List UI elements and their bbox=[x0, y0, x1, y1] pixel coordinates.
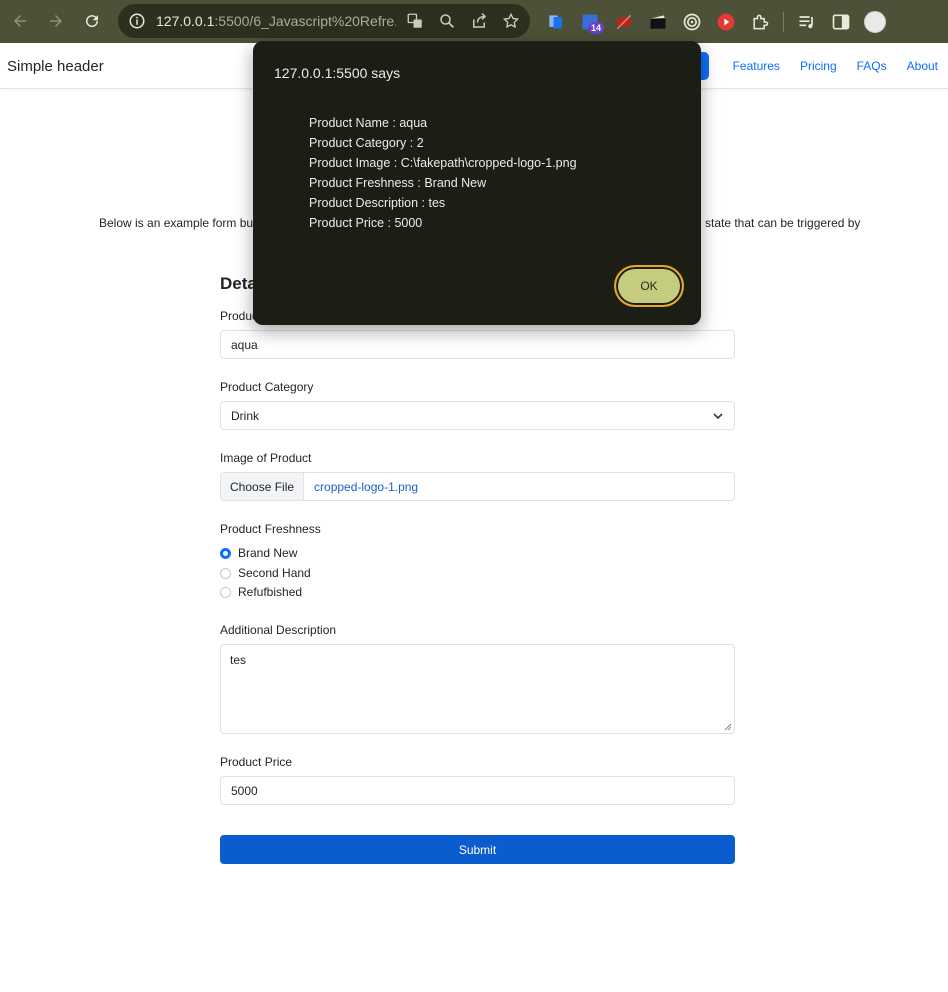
dialog-line: Product Description : tes bbox=[309, 196, 446, 210]
radio-label: Refufbished bbox=[238, 585, 303, 599]
nav-link-pricing[interactable]: Pricing bbox=[790, 59, 847, 73]
product-image-label: Image of Product bbox=[220, 451, 312, 465]
choose-file-button[interactable]: Choose File bbox=[221, 473, 305, 500]
additional-description-label: Additional Description bbox=[220, 623, 337, 637]
form-title: Deta bbox=[220, 274, 257, 293]
dialog-title: 127.0.0.1:5500 says bbox=[274, 65, 401, 81]
media-control-icon[interactable] bbox=[796, 11, 818, 33]
extension-youtube-icon[interactable] bbox=[715, 11, 737, 33]
dialog-line: Product Price : 5000 bbox=[309, 216, 423, 230]
bookmark-star-icon[interactable] bbox=[502, 12, 520, 30]
extension-calendar-icon[interactable]: 14 bbox=[579, 11, 605, 34]
dialog-line: Product Freshness : Brand New bbox=[309, 176, 487, 190]
share-icon[interactable] bbox=[470, 12, 488, 30]
product-category-value: Drink bbox=[231, 408, 260, 423]
side-panel-icon[interactable] bbox=[830, 11, 852, 33]
alert-dialog: 127.0.0.1:5500 says Product Name : aqua … bbox=[253, 41, 701, 325]
product-name-value: aqua bbox=[231, 337, 258, 352]
header-nav: e Features Pricing FAQs About bbox=[688, 52, 948, 80]
product-name-input[interactable]: aqua bbox=[220, 330, 735, 359]
ok-button[interactable]: OK bbox=[614, 265, 684, 307]
radio-brand-new[interactable]: Brand New bbox=[220, 546, 297, 560]
extension-docs-icon[interactable] bbox=[545, 11, 567, 33]
extension-eye-off-icon[interactable] bbox=[613, 11, 635, 33]
file-name: cropped-logo-1.png bbox=[314, 479, 419, 494]
nav-link-features[interactable]: Features bbox=[723, 59, 790, 73]
back-icon[interactable] bbox=[5, 6, 35, 36]
forward-icon[interactable] bbox=[41, 6, 71, 36]
product-freshness-label: Product Freshness bbox=[220, 522, 321, 536]
radio-checked-icon[interactable] bbox=[220, 547, 231, 559]
radio-label: Brand New bbox=[238, 546, 298, 560]
submit-button[interactable]: Submit bbox=[220, 835, 735, 864]
extensions-puzzle-icon[interactable] bbox=[749, 11, 771, 33]
address-bar[interactable]: 127.0.0.1:5500/6_Javascript%20Refre... bbox=[118, 4, 530, 38]
nav-link-about[interactable]: About bbox=[897, 59, 948, 73]
url-text: 127.0.0.1:5500/6_Javascript%20Refre... bbox=[156, 13, 396, 29]
dialog-line: Product Name : aqua bbox=[309, 116, 428, 130]
extension-target-icon[interactable] bbox=[681, 11, 703, 33]
dialog-message: Product Name : aqua Product Category : 2… bbox=[309, 113, 577, 233]
translate-icon[interactable] bbox=[406, 12, 424, 30]
dialog-line: Product Image : C:\fakepath\cropped-logo… bbox=[309, 156, 577, 170]
product-image-file-input[interactable]: Choose File cropped-logo-1.png bbox=[220, 472, 735, 501]
resize-handle-icon[interactable] bbox=[724, 723, 732, 731]
zoom-icon[interactable] bbox=[438, 12, 456, 30]
extension-badge: 14 bbox=[588, 21, 605, 34]
product-price-label: Product Price bbox=[220, 755, 293, 769]
radio-label: Second Hand bbox=[238, 566, 311, 580]
product-price-input[interactable]: 5000 bbox=[220, 776, 735, 805]
radio-unchecked-icon[interactable] bbox=[220, 586, 231, 598]
radio-second-hand[interactable]: Second Hand bbox=[220, 566, 311, 580]
product-category-select[interactable]: Drink bbox=[220, 401, 735, 430]
brand-title[interactable]: Simple header bbox=[7, 58, 104, 75]
product-category-label: Product Category bbox=[220, 380, 314, 394]
radio-unchecked-icon[interactable] bbox=[220, 567, 231, 579]
browser-toolbar: 127.0.0.1:5500/6_Javascript%20Refre... 1… bbox=[0, 0, 948, 43]
chevron-down-icon bbox=[713, 413, 723, 420]
additional-description-textarea[interactable]: tes bbox=[220, 644, 735, 734]
intro-text-right: state that can be triggered by bbox=[705, 216, 861, 230]
toolbar-divider bbox=[783, 11, 784, 32]
intro-text-left: Below is an example form bu bbox=[99, 216, 254, 230]
nav-link-faqs[interactable]: FAQs bbox=[847, 59, 897, 73]
description-value: tes bbox=[230, 653, 247, 667]
product-price-value: 5000 bbox=[231, 783, 258, 798]
dialog-line: Product Category : 2 bbox=[309, 136, 424, 150]
extension-clapper-icon[interactable] bbox=[647, 11, 669, 33]
reload-icon[interactable] bbox=[77, 6, 107, 36]
radio-refurbished[interactable]: Refufbished bbox=[220, 585, 302, 599]
site-info-icon[interactable] bbox=[128, 12, 146, 30]
profile-avatar[interactable] bbox=[864, 10, 886, 33]
